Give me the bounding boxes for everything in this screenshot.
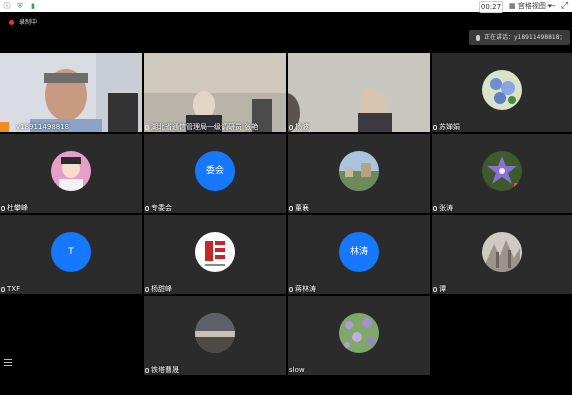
participant-tile[interactable]: 杜攀峰 (0, 134, 142, 213)
speaking-indicator: 正在讲话：y18911498818； (469, 30, 570, 45)
participant-tile[interactable]: 董襄 (288, 134, 430, 213)
fullscreen-icon[interactable]: ⤢ (561, 0, 568, 12)
participant-tile[interactable]: 苏婵娟 (432, 53, 572, 132)
top-toolbar: ⓘ ⛨ ▮ 00:27 ▦ 宫格视图 ▾ — ⤢ (0, 0, 572, 13)
mic-icon (145, 205, 149, 211)
view-mode-label: 宫格视图 (517, 2, 546, 10)
participant-label: 张涛 (433, 203, 453, 213)
participant-video (144, 53, 286, 132)
meeting-duration: 00:27 (479, 1, 503, 13)
participant-tile[interactable]: 杨甜峰 (144, 215, 286, 294)
participant-tile[interactable]: 林涛 蒋林涛 (288, 215, 430, 294)
avatar: T (51, 231, 91, 272)
mic-icon (433, 124, 437, 130)
mic-icon (289, 205, 293, 211)
avatar (339, 312, 379, 353)
participant-tile[interactable]: slow (288, 296, 430, 375)
mic-icon (289, 124, 293, 130)
recording-label: 录制中 (19, 19, 38, 26)
mic-icon (433, 205, 437, 211)
participant-tile[interactable]: 湖北省通信管理局一级调研员 张艳 (144, 53, 286, 132)
mic-icon (145, 286, 149, 292)
avatar (482, 231, 522, 272)
mic-icon (1, 205, 5, 211)
participant-label: 苏婵娟 (433, 122, 460, 132)
participant-label: TXF (1, 284, 20, 294)
avatar: 林涛 (339, 231, 379, 272)
participant-label: 专委会 (145, 203, 172, 213)
participant-tile[interactable]: T TXF (0, 215, 142, 294)
participant-label: 谭 (433, 284, 446, 294)
view-mode-button[interactable]: ▦ 宫格视图 ▾ (509, 1, 552, 11)
minimize-icon[interactable]: — (547, 0, 556, 12)
avatar (339, 150, 379, 191)
host-icon (0, 122, 9, 132)
grid-icon: ▦ (509, 2, 516, 10)
participant-label: 董襄 (289, 203, 309, 213)
recording-indicator: 录制中 (9, 19, 37, 27)
participant-tile[interactable]: 谭 (432, 215, 572, 294)
participant-label: slow (289, 366, 305, 374)
participant-tile[interactable]: 委会 专委会 (144, 134, 286, 213)
participant-video (0, 53, 142, 132)
participant-label: 杜攀峰 (1, 203, 28, 213)
speaking-label: 正在讲话：y18911498818； (484, 34, 566, 41)
mic-icon (433, 286, 437, 292)
avatar: 委会 (195, 150, 235, 191)
mic-icon (10, 124, 14, 130)
participant-tile[interactable]: 杨波 (288, 53, 430, 132)
participant-video (288, 53, 430, 132)
participant-label: 湖北省通信管理局一级调研员 张艳 (145, 122, 258, 132)
avatar (195, 231, 235, 272)
participant-label: 蒋林涛 (289, 284, 316, 294)
mic-icon (145, 367, 149, 373)
info-icon[interactable]: ⓘ (3, 2, 11, 10)
mic-icon (145, 124, 149, 130)
participant-tile[interactable]: y18911498818 (0, 53, 142, 132)
participant-label: 杨甜峰 (145, 284, 172, 294)
participant-label: 铁塔曹晟 (145, 365, 179, 375)
participant-label: y18911498818 (0, 122, 69, 132)
menu-icon[interactable] (4, 359, 12, 367)
avatar (195, 312, 235, 353)
shield-icon[interactable]: ⛨ (16, 2, 24, 10)
signal-icon[interactable]: ▮ (29, 2, 37, 10)
participant-tile[interactable]: 张涛 (432, 134, 572, 213)
avatar (482, 69, 522, 110)
mic-icon (1, 286, 5, 292)
mic-icon (289, 286, 293, 292)
participant-tile[interactable]: 铁塔曹晟 (144, 296, 286, 375)
participant-label: 杨波 (289, 122, 309, 132)
mic-icon (476, 34, 480, 41)
avatar (482, 150, 522, 191)
avatar (51, 150, 91, 191)
record-icon (9, 20, 14, 25)
